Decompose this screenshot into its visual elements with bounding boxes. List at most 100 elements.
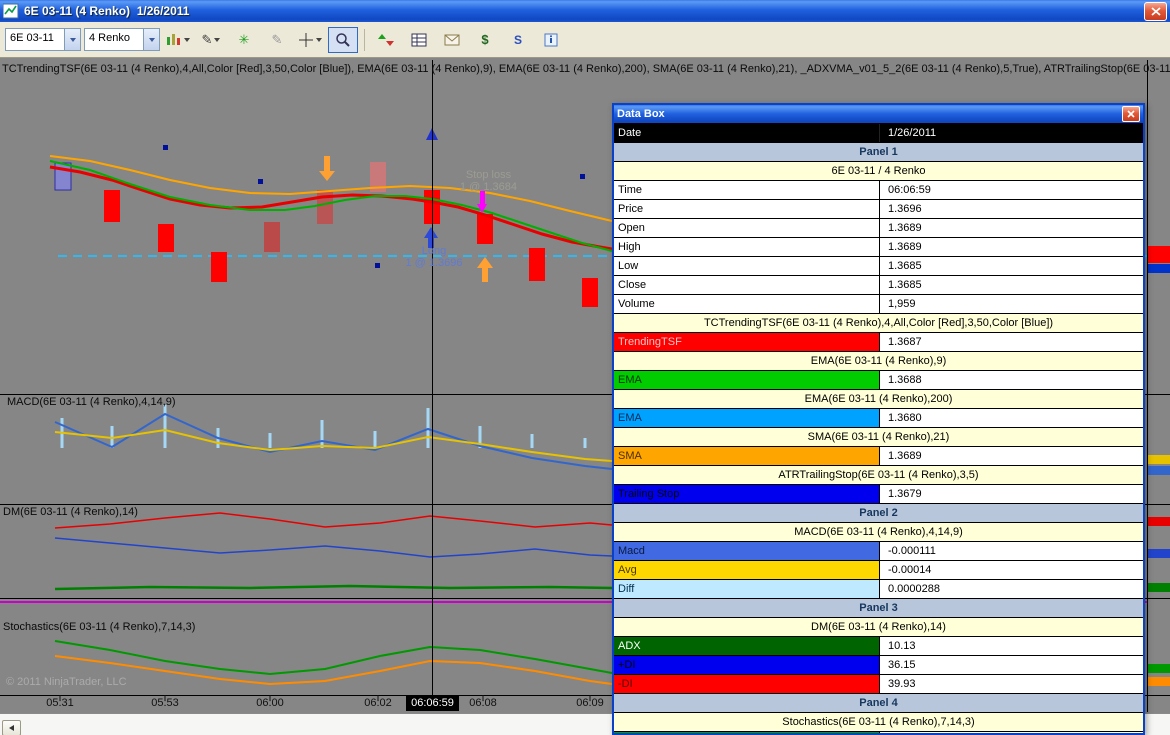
stochastics-panel-label: Stochastics(6E 03-11 (4 Renko),7,14,3): [3, 621, 196, 633]
toolbar-separator: [364, 28, 365, 51]
time-axis-label[interactable]: 06:00: [248, 697, 292, 709]
databox-row-label: Date: [614, 124, 880, 142]
databox-row-label: High: [614, 238, 880, 256]
strategies-button[interactable]: S: [503, 27, 533, 53]
databox-row-label: D: [614, 732, 880, 733]
databox-row-value: 10.13: [880, 637, 1143, 655]
databox-row-label: Low: [614, 257, 880, 275]
databox-row: Avg -0.00014: [614, 561, 1143, 580]
toolbar: 6E 03-11 4 Renko ✎ ✳ ✎ $ S: [0, 22, 1170, 58]
macd-avg-line: [54, 428, 613, 462]
time-axis-label[interactable]: 05:31: [38, 697, 82, 709]
data-box-icon: [411, 33, 427, 46]
databox-row-value: 1.3679: [880, 485, 1143, 503]
databox-row: Trailing Stop 1.3679: [614, 485, 1143, 504]
databox-header-row: Panel 1: [614, 143, 1143, 162]
databox-row-label: Trailing Stop: [614, 485, 880, 503]
instrument-selector[interactable]: 6E 03-11: [5, 28, 81, 51]
databox-row: Close 1.3685: [614, 276, 1143, 295]
long-price: 1 @ 1.3696: [405, 257, 463, 269]
databox-header-row: MACD(6E 03-11 (4 Renko),4,14,9): [614, 523, 1143, 542]
dollar-icon: $: [481, 32, 489, 47]
window-close-button[interactable]: [1144, 1, 1167, 21]
databox-header-row: EMA(6E 03-11 (4 Renko),9): [614, 352, 1143, 371]
stop-loss-price: 1 @ 1.3684: [459, 181, 518, 193]
stoch-k-line: [54, 655, 613, 686]
databox-row-value: 1.3689: [880, 447, 1143, 465]
interval-selector[interactable]: 4 Renko: [84, 28, 160, 51]
databox-row-value: 39.93: [880, 675, 1143, 693]
databox-row: Open 1.3689: [614, 219, 1143, 238]
scroll-left-button[interactable]: [2, 720, 21, 735]
databox-row-label: Macd: [614, 542, 880, 560]
interval-value: 4 Renko: [89, 32, 130, 44]
gray-pencil-icon: ✎: [271, 32, 283, 47]
databox-row: EMA 1.3688: [614, 371, 1143, 390]
instrument-value: 6E 03-11: [10, 32, 54, 44]
edit-disabled-button[interactable]: ✎: [262, 27, 292, 53]
databox-titlebar[interactable]: Data Box: [614, 105, 1143, 123]
pencil-icon: ✎: [201, 32, 213, 47]
databox-row-label: -DI: [614, 675, 880, 693]
account-data-button[interactable]: $: [470, 27, 500, 53]
stoch-d-line: [54, 640, 613, 676]
databox-window[interactable]: Data Box Date 1/26/2011 Panel 1 6E 03-11 / …: [612, 103, 1145, 735]
long-label: Long: [421, 245, 447, 257]
dropdown-arrow-icon[interactable]: [64, 29, 80, 50]
window-title: 6E 03-11 (4 Renko) 1/26/2011: [24, 4, 190, 18]
price-axis-markers: [1148, 246, 1170, 686]
chevron-down-icon: [316, 37, 322, 42]
time-axis-label[interactable]: 06:02: [356, 697, 400, 709]
adx-line: [54, 584, 613, 591]
databox-row: Time 06:06:59: [614, 181, 1143, 200]
databox-row-value: [880, 732, 1143, 733]
databox-header-row: Panel 3: [614, 599, 1143, 618]
cursor-mode-button[interactable]: [295, 27, 325, 53]
databox-row-value: 1.3696: [880, 200, 1143, 218]
bar-chart-icon: [167, 33, 180, 45]
databox-row-label: +DI: [614, 656, 880, 674]
stop-marker: [477, 191, 487, 213]
indicator-header: TCTrendingTSF(6E 03-11 (4 Renko),4,All,C…: [2, 63, 1170, 75]
databox-close-button[interactable]: [1122, 106, 1140, 122]
time-axis-label[interactable]: 06:08: [461, 697, 505, 709]
copyright-text: © 2011 NinjaTrader, LLC: [6, 676, 127, 688]
databox-row-label: EMA: [614, 409, 880, 427]
current-time-marker: 06:06:59: [406, 695, 459, 711]
add-object-button[interactable]: ✳: [229, 27, 259, 53]
adxvma-dots: [163, 145, 585, 268]
time-axis-ticks: [59, 695, 591, 700]
databox-row-label: Close: [614, 276, 880, 294]
send-mail-button[interactable]: [437, 27, 467, 53]
zoom-button[interactable]: [328, 26, 358, 53]
databox-row-value: 1.3680: [880, 409, 1143, 427]
databox-row: Macd -0.000111: [614, 542, 1143, 561]
window-titlebar[interactable]: 6E 03-11 (4 Renko) 1/26/2011: [0, 0, 1170, 22]
databox-header-row: SMA(6E 03-11 (4 Renko),21): [614, 428, 1143, 447]
properties-button[interactable]: [536, 27, 566, 53]
databox-header-row: TCTrendingTSF(6E 03-11 (4 Renko),4,All,C…: [614, 314, 1143, 333]
drawing-tools-button[interactable]: ✎: [196, 27, 226, 53]
databox-row: -DI 39.93: [614, 675, 1143, 694]
databox-row-value: -0.000111: [880, 542, 1143, 560]
databox-row: Volume 1,959: [614, 295, 1143, 314]
databox-row-value: 1,959: [880, 295, 1143, 313]
databox-row-label: Volume: [614, 295, 880, 313]
chart-trader-button[interactable]: [371, 27, 401, 53]
dropdown-arrow-icon[interactable]: [143, 29, 159, 50]
databox-row: +DI 36.15: [614, 656, 1143, 675]
databox-row: Price 1.3696: [614, 200, 1143, 219]
close-icon: [1150, 6, 1161, 16]
time-axis-label[interactable]: 05:53: [143, 697, 187, 709]
long-entry-annotation: Long 1 @ 1.3696: [394, 245, 474, 269]
macd-line: [54, 412, 613, 470]
chevron-down-icon: [184, 37, 190, 42]
plus-di-line: [54, 537, 613, 558]
chart-style-button[interactable]: [163, 27, 193, 53]
close-icon: [1127, 110, 1135, 118]
data-box-button[interactable]: [404, 27, 434, 53]
databox-rows: Date 1/26/2011 Panel 1 6E 03-11 / 4 Renko Ti…: [614, 123, 1143, 733]
time-axis-label[interactable]: 06:09: [568, 697, 612, 709]
databox-row-label: Price: [614, 200, 880, 218]
databox-header-row: ATRTrailingStop(6E 03-11 (4 Renko),3,5): [614, 466, 1143, 485]
